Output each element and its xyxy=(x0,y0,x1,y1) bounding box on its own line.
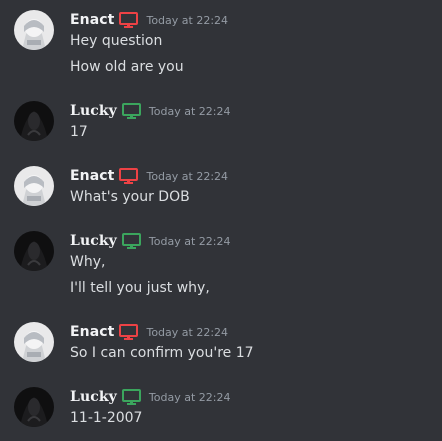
timestamp: Today at 22:24 xyxy=(146,13,229,27)
message-text: So I can confirm you're 17 xyxy=(70,345,254,361)
avatar-lucky[interactable] xyxy=(14,387,54,427)
message-text: I'll tell you just why, xyxy=(70,280,210,296)
anime-avatar-icon xyxy=(14,10,54,50)
avatar-lucky[interactable] xyxy=(14,231,54,271)
message-header: Lucky Today at 22:24 xyxy=(70,387,230,407)
username[interactable]: Enact xyxy=(70,168,114,184)
username[interactable]: Lucky xyxy=(70,103,117,119)
avatar-lucky[interactable] xyxy=(14,101,54,141)
message-group: Enact Today at 22:24 Hey question How ol… xyxy=(0,10,442,80)
desktop-icon xyxy=(121,389,141,405)
desktop-icon xyxy=(119,12,139,28)
chat-messages: Enact Today at 22:24 Hey question How ol… xyxy=(0,0,442,441)
message-group: Enact Today at 22:24 What's your DOB xyxy=(0,166,442,210)
dark-avatar-icon xyxy=(14,231,54,271)
anime-avatar-icon xyxy=(14,322,54,362)
dark-avatar-icon xyxy=(14,387,54,427)
message-text: What's your DOB xyxy=(70,189,190,205)
message-text: Why, xyxy=(70,254,106,270)
message-text: 11-1-2007 xyxy=(70,410,143,426)
timestamp: Today at 22:24 xyxy=(148,104,231,118)
message-header: Enact Today at 22:24 xyxy=(70,10,228,30)
message-header: Lucky Today at 22:24 xyxy=(70,101,230,121)
timestamp: Today at 22:24 xyxy=(146,169,229,183)
username[interactable]: Enact xyxy=(70,324,114,340)
message-text: How old are you xyxy=(70,59,184,75)
dark-avatar-icon xyxy=(14,101,54,141)
timestamp: Today at 22:24 xyxy=(148,234,231,248)
username[interactable]: Lucky xyxy=(70,389,117,405)
username[interactable]: Lucky xyxy=(70,233,117,249)
username[interactable]: Enact xyxy=(70,12,114,28)
avatar-enact[interactable] xyxy=(14,10,54,50)
message-text: Hey question xyxy=(70,33,163,49)
message-header: Enact Today at 22:24 xyxy=(70,166,228,186)
timestamp: Today at 22:24 xyxy=(146,325,229,339)
desktop-icon xyxy=(121,103,141,119)
message-header: Lucky Today at 22:24 xyxy=(70,231,230,251)
timestamp: Today at 22:24 xyxy=(148,390,231,404)
desktop-icon xyxy=(119,324,139,340)
message-group: Lucky Today at 22:24 11-1-2007 xyxy=(0,387,442,431)
message-group: Lucky Today at 22:24 Why, I'll tell you … xyxy=(0,231,442,301)
message-text: 17 xyxy=(70,124,88,140)
avatar-enact[interactable] xyxy=(14,322,54,362)
anime-avatar-icon xyxy=(14,166,54,206)
message-group: Enact Today at 22:24 So I can confirm yo… xyxy=(0,322,442,366)
desktop-icon xyxy=(119,168,139,184)
desktop-icon xyxy=(121,233,141,249)
message-group: Lucky Today at 22:24 17 xyxy=(0,101,442,145)
avatar-enact[interactable] xyxy=(14,166,54,206)
message-header: Enact Today at 22:24 xyxy=(70,322,228,342)
